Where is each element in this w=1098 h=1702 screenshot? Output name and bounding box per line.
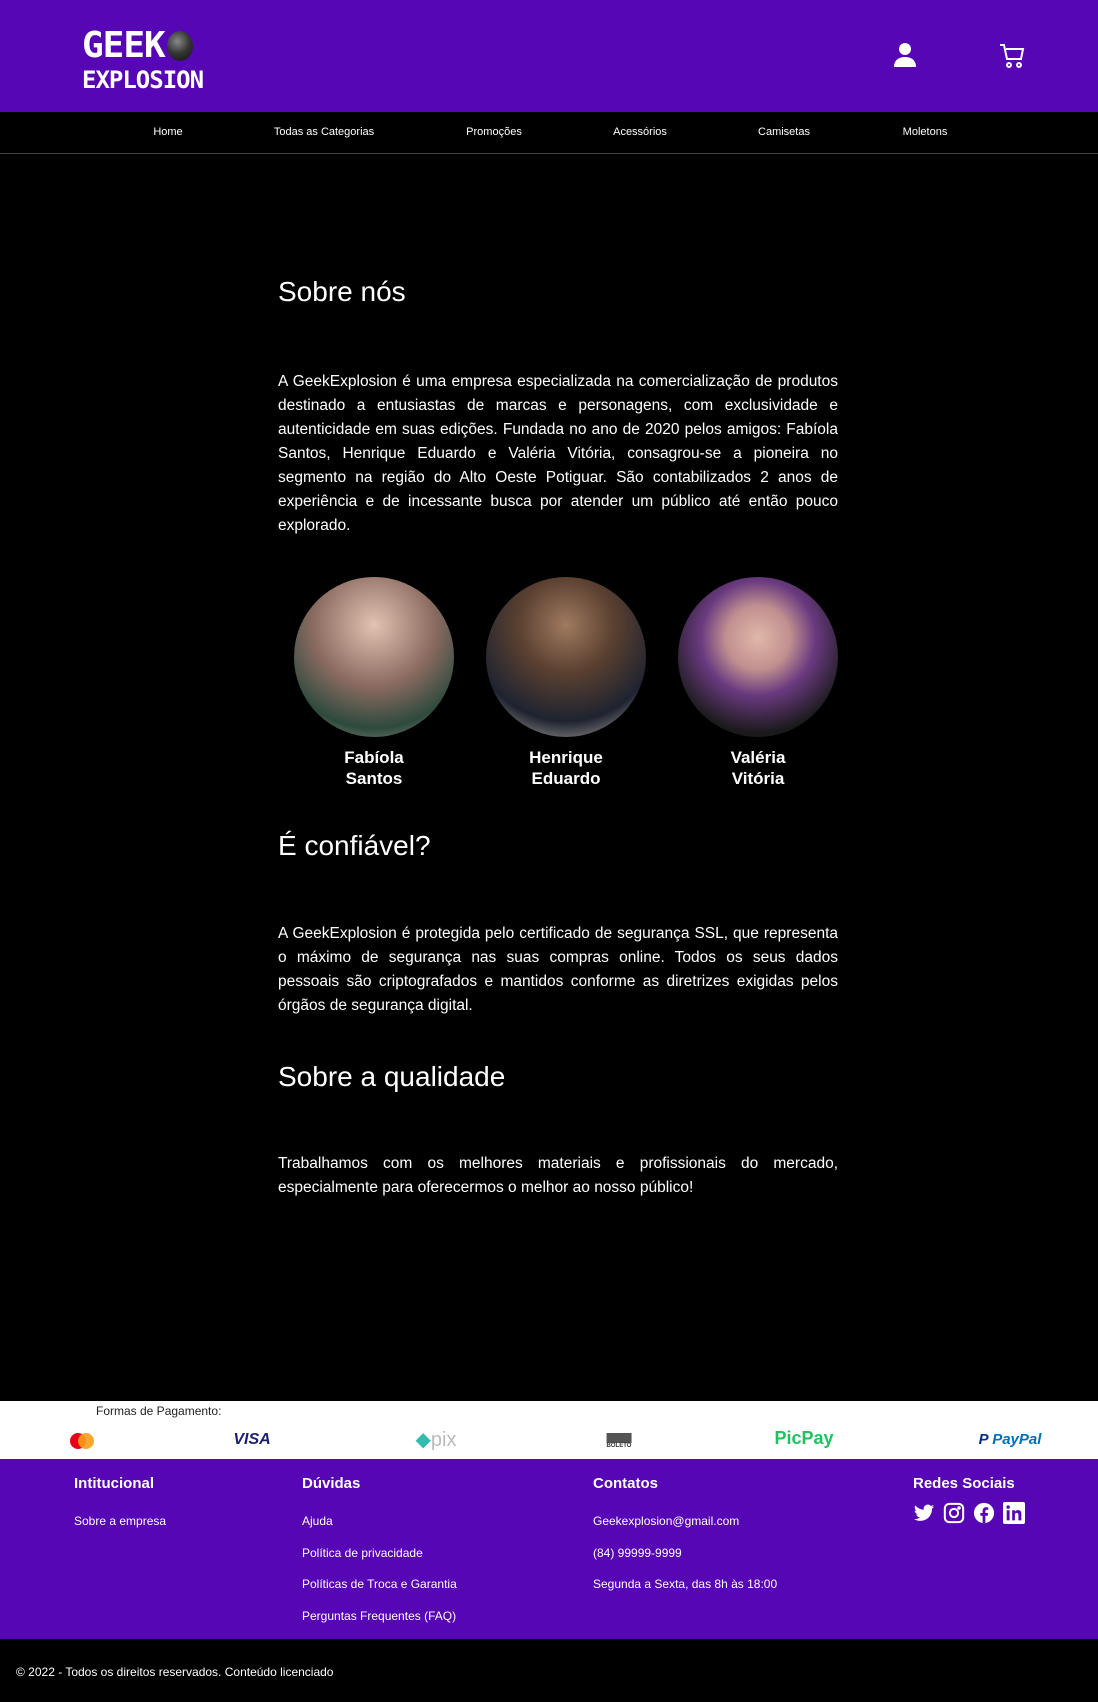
pix-logo: ◆pix (415, 1429, 457, 1451)
about-title: Sobre nós (278, 276, 406, 307)
member-name: Valéria Vitória (730, 748, 786, 788)
payment-bar: Formas de Pagamento: VISA ◆pix BOLETO Pi… (0, 1401, 1098, 1459)
quality-title: Sobre a qualidade (278, 1061, 506, 1092)
footer-questions: Dúvidas Ajuda Política de privacidade Po… (302, 1475, 457, 1640)
contact-email[interactable]: Geekexplosion@gmail.com (593, 1514, 777, 1546)
linkedin-icon[interactable] (1003, 1502, 1025, 1524)
picpay-logo: PicPay (774, 1428, 834, 1448)
nav-accessories[interactable]: Acessórios (613, 126, 667, 138)
trust-text: A GeekExplosion é protegida pelo certifi… (278, 925, 838, 1014)
nav-promotions[interactable]: Promoções (466, 126, 522, 138)
footer-heading: Redes Sociais (913, 1475, 1015, 1492)
link-privacy[interactable]: Política de privacidade (302, 1546, 457, 1578)
about-text: A GeekExplosion é uma empresa especializ… (278, 373, 838, 534)
avatar (486, 577, 646, 737)
link-about-company[interactable]: Sobre a empresa (74, 1514, 166, 1546)
bomb-icon (166, 31, 193, 61)
user-icon[interactable] (893, 42, 921, 72)
link-faq[interactable]: Perguntas Frequentes (FAQ) (302, 1609, 457, 1641)
footer-heading: Contatos (593, 1475, 658, 1492)
instagram-icon[interactable] (943, 1502, 965, 1524)
logo-text: GEEK (82, 25, 166, 66)
twitter-icon[interactable] (913, 1502, 935, 1524)
avatar (678, 577, 838, 737)
quality-text: Trabalhamos com os melhores materiais e … (278, 1155, 838, 1196)
nav-tshirts[interactable]: Camisetas (758, 126, 810, 138)
visa-logo: VISA (233, 1431, 271, 1448)
link-help[interactable]: Ajuda (302, 1514, 457, 1546)
member-name: Henrique Eduardo (529, 748, 603, 788)
copyright: © 2022 - Todos os direitos reservados. C… (16, 1665, 334, 1679)
footer-heading: Intitucional (74, 1475, 154, 1492)
cart-icon[interactable] (998, 42, 1026, 72)
link-exchange[interactable]: Políticas de Troca e Garantia (302, 1577, 457, 1609)
logo-text-2: EXPLOSION (82, 66, 204, 94)
trust-title: É confiável? (278, 830, 431, 861)
team-member: Henrique Eduardo (486, 577, 646, 789)
footer-heading: Dúvidas (302, 1475, 361, 1492)
contact-hours: Segunda a Sexta, das 8h às 18:00 (593, 1577, 778, 1591)
team-member: Fabíola Santos (294, 577, 454, 789)
footer: Intitucional Sobre a empresa Dúvidas Aju… (0, 1459, 1098, 1639)
nav-home[interactable]: Home (153, 126, 182, 138)
team-member: Valéria Vitória (678, 577, 838, 789)
logo[interactable]: GEEK EXPLOSION (82, 25, 204, 94)
nav-sweatshirts[interactable]: Moletons (903, 126, 948, 138)
member-name: Fabíola Santos (344, 748, 404, 788)
boleto-logo: BOLETO (606, 1433, 632, 1449)
facebook-icon[interactable] (973, 1502, 995, 1524)
footer-social: Redes Sociais (913, 1475, 1025, 1524)
contact-phone: (84) 99999-9999 (593, 1545, 682, 1560)
avatar (294, 577, 454, 737)
main-nav: Home Todas as Categorias Promoções Acess… (0, 112, 1098, 154)
payment-label: Formas de Pagamento: (96, 1404, 222, 1418)
nav-all-categories[interactable]: Todas as Categorias (274, 126, 374, 138)
footer-contacts: Contatos Geekexplosion@gmail.com (84) 99… (593, 1475, 777, 1609)
mastercard-logo (68, 1431, 96, 1456)
footer-institutional: Intitucional Sobre a empresa (74, 1475, 166, 1546)
header: GEEK EXPLOSION (0, 0, 1098, 112)
paypal-logo: P PayPal (978, 1431, 1042, 1448)
